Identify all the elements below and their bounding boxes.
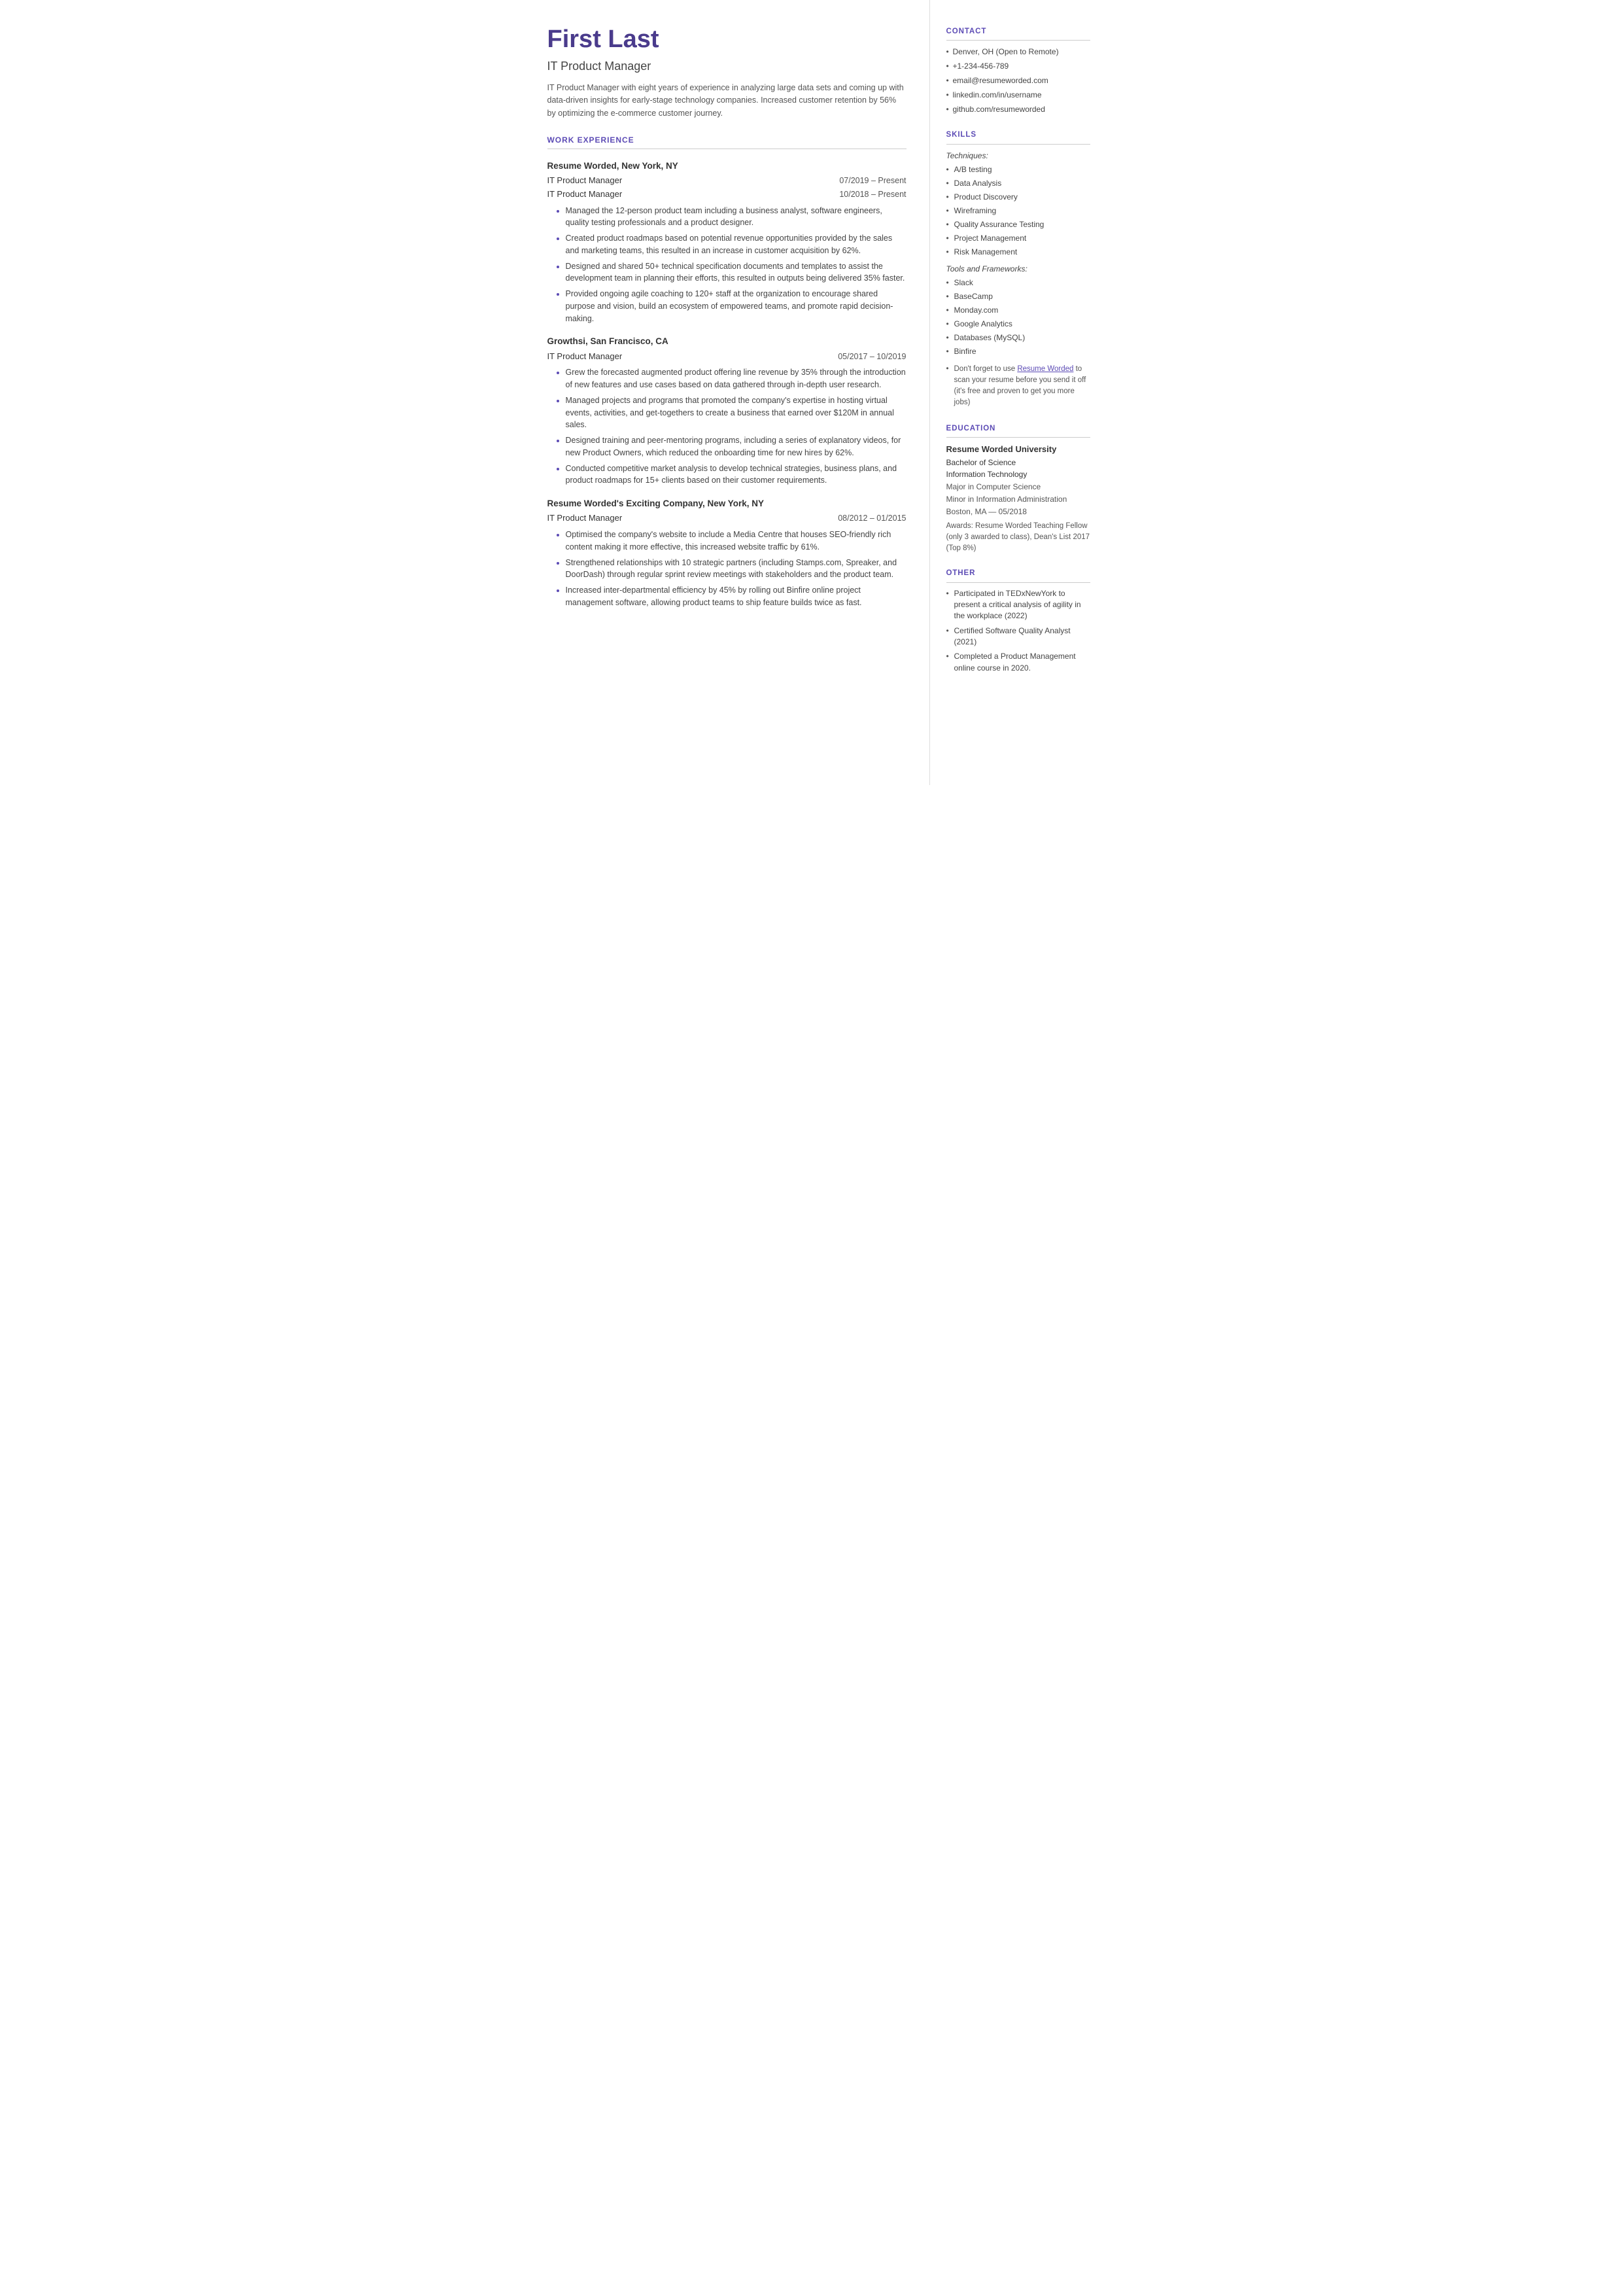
skill-product-discovery: Product Discovery (946, 191, 1090, 203)
bullet-2-2: Managed projects and programs that promo… (566, 394, 907, 431)
edu-minor: Minor in Information Administration (946, 493, 1090, 505)
other-item-2: Certified Software Quality Analyst (2021… (946, 625, 1090, 648)
right-column: CONTACT Denver, OH (Open to Remote) +1-2… (930, 0, 1107, 785)
contact-list: Denver, OH (Open to Remote) +1-234-456-7… (946, 46, 1090, 115)
company-name-2: Growthsi, San Francisco, CA (547, 335, 907, 348)
company-name-3: Resume Worded's Exciting Company, New Yo… (547, 497, 907, 510)
skills-section-title: SKILLS (946, 130, 1090, 144)
skill-google-analytics: Google Analytics (946, 318, 1090, 330)
education-section: EDUCATION Resume Worded University Bache… (946, 423, 1090, 554)
job-role-row-2a: IT Product Manager 05/2017 – 10/2019 (547, 350, 907, 363)
edu-awards: Awards: Resume Worded Teaching Fellow (o… (946, 521, 1090, 553)
job-title-1b: IT Product Manager (547, 188, 623, 201)
job-dates-3a: 08/2012 – 01/2015 (838, 512, 906, 525)
bullet-3-1: Optimised the company's website to inclu… (566, 529, 907, 553)
edu-major: Major in Computer Science (946, 481, 1090, 493)
skill-wireframing: Wireframing (946, 205, 1090, 217)
bullet-2-4: Conducted competitive market analysis to… (566, 463, 907, 487)
bullet-1-2: Created product roadmaps based on potent… (566, 232, 907, 257)
job-dates-2a: 05/2017 – 10/2019 (838, 351, 906, 363)
bullet-2-3: Designed training and peer-mentoring pro… (566, 434, 907, 459)
job-role-row-1a: IT Product Manager 07/2019 – Present (547, 174, 907, 187)
job-role-row-1b: IT Product Manager 10/2018 – Present (547, 188, 907, 201)
job-dates-1b: 10/2018 – Present (839, 188, 906, 201)
contact-phone: +1-234-456-789 (946, 60, 1090, 72)
job-title-2a: IT Product Manager (547, 350, 623, 363)
skills-section: SKILLS Techniques: A/B testing Data Anal… (946, 130, 1090, 408)
education-section-title: EDUCATION (946, 423, 1090, 438)
skill-binfire: Binfire (946, 345, 1090, 357)
other-item-3: Completed a Product Management online co… (946, 651, 1090, 674)
other-item-1: Participated in TEDxNewYork to present a… (946, 588, 1090, 622)
skill-data-analysis: Data Analysis (946, 177, 1090, 189)
skill-risk-management: Risk Management (946, 246, 1090, 258)
skill-basecamp: BaseCamp (946, 290, 1090, 302)
other-section-title: OTHER (946, 568, 1090, 582)
bullet-1-1: Managed the 12-person product team inclu… (566, 205, 907, 230)
techniques-list: A/B testing Data Analysis Product Discov… (946, 164, 1090, 258)
edu-location-date: Boston, MA — 05/2018 (946, 506, 1090, 517)
resume-worded-note: Don't forget to use Resume Worded to sca… (946, 364, 1090, 409)
job-title-3a: IT Product Manager (547, 512, 623, 525)
tools-list: Slack BaseCamp Monday.com Google Analyti… (946, 277, 1090, 357)
candidate-name: First Last (547, 26, 907, 54)
skill-databases: Databases (MySQL) (946, 332, 1090, 343)
contact-email: email@resumeworded.com (946, 75, 1090, 86)
skill-qa-testing: Quality Assurance Testing (946, 219, 1090, 230)
left-column: First Last IT Product Manager IT Product… (518, 0, 930, 785)
bullet-3-2: Strengthened relationships with 10 strat… (566, 557, 907, 582)
job-bullets-1: Managed the 12-person product team inclu… (554, 205, 907, 325)
other-list: Participated in TEDxNewYork to present a… (946, 588, 1090, 674)
job-bullets-2: Grew the forecasted augmented product of… (554, 366, 907, 487)
skill-slack: Slack (946, 277, 1090, 289)
skill-project-management: Project Management (946, 232, 1090, 244)
job-dates-1a: 07/2019 – Present (839, 175, 906, 187)
contact-section-title: CONTACT (946, 26, 1090, 41)
edu-field: Information Technology (946, 468, 1090, 480)
job-title-1a: IT Product Manager (547, 174, 623, 187)
candidate-title: IT Product Manager (547, 58, 907, 75)
candidate-summary: IT Product Manager with eight years of e… (547, 82, 907, 120)
job-role-row-3a: IT Product Manager 08/2012 – 01/2015 (547, 512, 907, 525)
edu-school: Resume Worded University (946, 443, 1090, 456)
bullet-3-3: Increased inter-departmental efficiency … (566, 584, 907, 609)
bullet-1-3: Designed and shared 50+ technical specif… (566, 260, 907, 285)
job-bullets-3: Optimised the company's website to inclu… (554, 529, 907, 609)
bullet-1-4: Provided ongoing agile coaching to 120+ … (566, 288, 907, 324)
bullet-2-1: Grew the forecasted augmented product of… (566, 366, 907, 391)
contact-section: CONTACT Denver, OH (Open to Remote) +1-2… (946, 26, 1090, 115)
edu-degree: Bachelor of Science (946, 457, 1090, 468)
company-name-1: Resume Worded, New York, NY (547, 160, 907, 173)
contact-linkedin: linkedin.com/in/username (946, 89, 1090, 101)
tools-label: Tools and Frameworks: (946, 263, 1090, 275)
skill-monday: Monday.com (946, 304, 1090, 316)
other-section: OTHER Participated in TEDxNewYork to pre… (946, 568, 1090, 674)
resume-worded-link[interactable]: Resume Worded (1017, 365, 1073, 373)
contact-location: Denver, OH (Open to Remote) (946, 46, 1090, 58)
work-experience-section-title: WORK EXPERIENCE (547, 134, 907, 149)
techniques-label: Techniques: (946, 150, 1090, 162)
skill-ab-testing: A/B testing (946, 164, 1090, 175)
contact-github: github.com/resumeworded (946, 103, 1090, 115)
